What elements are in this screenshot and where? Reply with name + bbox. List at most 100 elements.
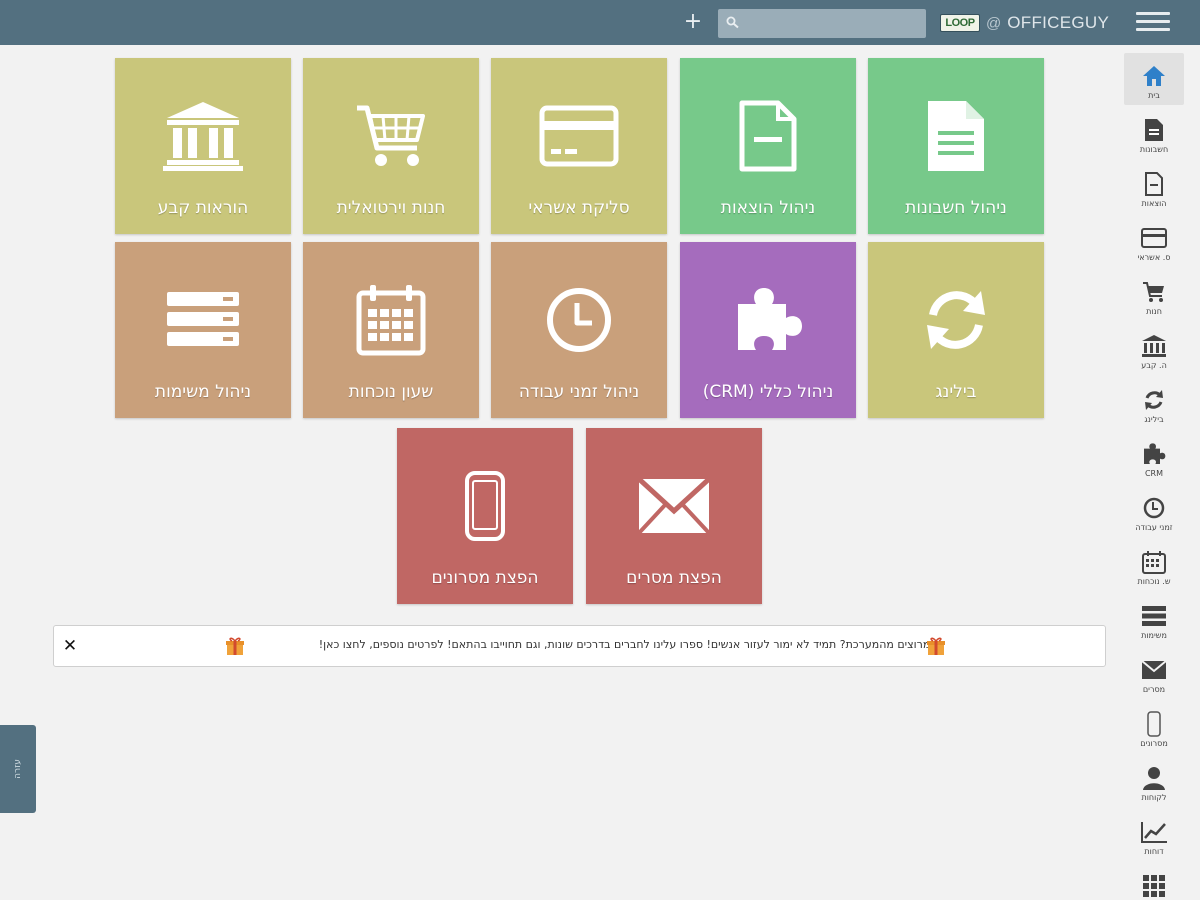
phone-icon — [397, 468, 573, 544]
tile-accounts[interactable]: ניהול חשבונות — [868, 58, 1044, 234]
tile-label: ניהול זמני עבודה — [518, 382, 640, 402]
notice-text[interactable]: מרוצים מהמערכת? תמיד לא ימור לעזור אנשים… — [294, 638, 955, 651]
sidebar-item-crm[interactable]: CRM — [1124, 431, 1184, 483]
credit-card-icon — [491, 98, 667, 174]
tile-label: הוראות קבע — [157, 198, 249, 218]
refresh-icon — [1124, 387, 1184, 413]
puzzle-icon — [680, 282, 856, 358]
tile-tasks[interactable]: ניהול משימות — [115, 242, 291, 418]
sidebar-item-expenses[interactable]: הוצאות — [1124, 161, 1184, 213]
phone-icon — [1124, 711, 1184, 737]
calendar-icon — [1124, 549, 1184, 575]
envelope-icon — [586, 468, 762, 544]
file-minus-icon — [1124, 171, 1184, 197]
sidebar-item-sms[interactable]: מסרונים — [1124, 701, 1184, 753]
tile-label: הפצת מסרונים — [431, 568, 539, 588]
cart-icon — [1124, 279, 1184, 305]
tile-label: שעון נוכחות — [348, 382, 434, 402]
chart-icon — [1124, 819, 1184, 845]
sidebar-item-standing-orders[interactable]: ה. קבע — [1124, 323, 1184, 375]
clock-icon — [491, 282, 667, 358]
tile-work-time[interactable]: ניהול זמני עבודה — [491, 242, 667, 418]
sidebar-item-credit[interactable]: ס. אשראי — [1124, 215, 1184, 267]
document-icon — [1124, 117, 1184, 143]
sidebar-item-accounts[interactable]: חשבונות — [1124, 107, 1184, 159]
document-icon — [868, 98, 1044, 174]
sidebar-item-home[interactable]: בית — [1124, 53, 1184, 105]
gift-icon — [226, 637, 244, 655]
user-icon — [1124, 765, 1184, 791]
sidebar-item-label: בילינג — [1144, 415, 1164, 424]
add-button[interactable]: + — [682, 9, 704, 35]
envelope-icon — [1124, 657, 1184, 683]
search-input[interactable] — [718, 9, 926, 38]
tile-standing-orders[interactable]: הוראות קבע — [115, 58, 291, 234]
tile-label: סליקת אשראי — [528, 198, 630, 218]
tile-billing[interactable]: בילינג — [868, 242, 1044, 418]
tile-message-distribution[interactable]: הפצת מסרים — [586, 428, 762, 604]
calendar-icon — [303, 282, 479, 358]
bank-icon — [1124, 333, 1184, 359]
sidebar-item-label: ס. אשראי — [1137, 253, 1171, 262]
sidebar-item-reports[interactable]: דוחות — [1124, 809, 1184, 861]
list-icon — [1124, 603, 1184, 629]
help-tab-label: עזרה — [13, 759, 23, 779]
search-icon — [726, 16, 739, 29]
sidebar-item-label: בית — [1148, 91, 1160, 100]
sidebar-item-messages[interactable]: מסרים — [1124, 647, 1184, 699]
clock-icon — [1124, 495, 1184, 521]
close-icon[interactable]: ✕ — [60, 635, 80, 657]
referral-notice: ✕ מרוצים מהמערכת? תמיד לא ימור לעזור אנש… — [53, 625, 1106, 667]
refresh-icon — [868, 282, 1044, 358]
brand[interactable]: LOOP @ OFFICEGUY — [940, 11, 1109, 35]
tile-label: ניהול הוצאות — [720, 198, 816, 218]
sidebar-item-label: לקוחות — [1141, 793, 1167, 802]
sidebar-item-label: CRM — [1144, 469, 1164, 478]
sidebar-item-label: מסרונים — [1140, 739, 1168, 748]
sidebar-item-store[interactable]: חנות — [1124, 269, 1184, 321]
grid-icon — [1124, 873, 1184, 899]
tile-sms-distribution[interactable]: הפצת מסרונים — [397, 428, 573, 604]
puzzle-icon — [1124, 441, 1184, 467]
sidebar-item-label: זמני עבודה — [1135, 523, 1173, 532]
tile-label: ניהול כללי (CRM) — [702, 382, 834, 402]
hamburger-menu-icon[interactable] — [1136, 12, 1170, 34]
help-tab[interactable]: עזרה — [0, 725, 36, 813]
tile-crm[interactable]: ניהול כללי (CRM) — [680, 242, 856, 418]
tile-label: ניהול משימות — [154, 382, 252, 402]
brand-at: @ — [986, 14, 1002, 32]
sidebar-item-apps[interactable] — [1124, 863, 1184, 900]
tile-label: ניהול חשבונות — [905, 198, 1007, 218]
bank-icon — [115, 98, 291, 174]
sidebar-item-attendance[interactable]: ש. נוכחות — [1124, 539, 1184, 591]
sidebar-item-label: ש. נוכחות — [1137, 577, 1171, 586]
top-bar: + LOOP @ OFFICEGUY — [0, 0, 1200, 45]
tile-credit-clearing[interactable]: סליקת אשראי — [491, 58, 667, 234]
tile-virtual-store[interactable]: חנות וירטואלית — [303, 58, 479, 234]
sidebar-item-label: ה. קבע — [1141, 361, 1167, 370]
cart-icon — [303, 98, 479, 174]
sidebar-item-customers[interactable]: לקוחות — [1124, 755, 1184, 807]
sidebar-item-billing[interactable]: בילינג — [1124, 377, 1184, 429]
list-icon — [115, 282, 291, 358]
tile-label: בילינג — [935, 382, 977, 402]
right-sidebar: בית חשבונות הוצאות ס. אשראי חנות ה. קבע … — [1118, 45, 1200, 900]
gift-icon — [927, 637, 945, 655]
sidebar-item-label: חשבונות — [1139, 145, 1169, 154]
file-minus-icon — [680, 98, 856, 174]
sidebar-item-label: הוצאות — [1141, 199, 1167, 208]
sidebar-item-label: מסרים — [1142, 685, 1166, 694]
sidebar-item-label: דוחות — [1144, 847, 1164, 856]
credit-card-icon — [1124, 225, 1184, 251]
sidebar-item-tasks[interactable]: משימות — [1124, 593, 1184, 645]
tile-label: הפצת מסרים — [626, 568, 722, 588]
brand-name: OFFICEGUY — [1007, 13, 1110, 32]
sidebar-item-label: משימות — [1141, 631, 1167, 640]
home-icon — [1124, 63, 1184, 89]
tile-label: חנות וירטואלית — [336, 198, 446, 218]
brand-logo: LOOP — [940, 14, 980, 32]
sidebar-item-work-time[interactable]: זמני עבודה — [1124, 485, 1184, 537]
tile-expenses[interactable]: ניהול הוצאות — [680, 58, 856, 234]
sidebar-item-label: חנות — [1146, 307, 1162, 316]
tile-attendance[interactable]: שעון נוכחות — [303, 242, 479, 418]
